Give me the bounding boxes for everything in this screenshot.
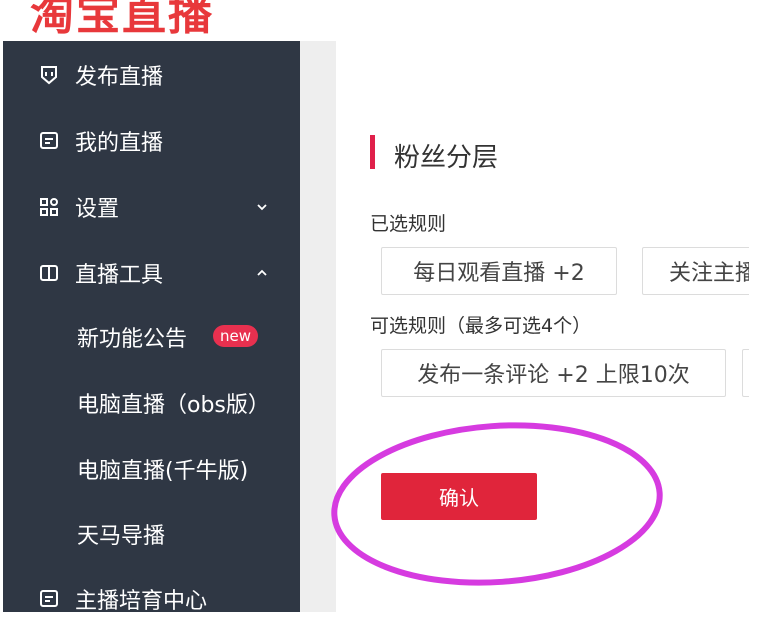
sidebar-item-label: 电脑直播（obs版）: [77, 393, 270, 418]
sidebar-item-label: 新功能公告: [77, 327, 188, 352]
sidebar-item-label: 直播工具: [75, 263, 164, 288]
right-edge: [749, 41, 759, 612]
sidebar-item-label: 主播培育中心: [75, 589, 208, 614]
sidebar-item-label: 天马导播: [77, 524, 166, 549]
sidebar-item-label: 设置: [75, 197, 120, 222]
grid-icon: [37, 195, 61, 219]
shield-icon: [37, 63, 61, 87]
document-icon: [37, 587, 61, 611]
sidebar-item-settings[interactable]: 设置: [3, 179, 300, 235]
selected-rules-label: 已选规则: [370, 213, 447, 235]
document-icon: [37, 129, 61, 153]
sidebar-subitem-tianma-director[interactable]: 天马导播: [3, 506, 300, 562]
available-rules-label: 可选规则（最多可选4个）: [370, 315, 592, 337]
confirm-button[interactable]: 确认: [381, 473, 537, 520]
available-rule-chip-partial[interactable]: [742, 349, 749, 397]
top-header: 淘宝直播: [0, 0, 759, 40]
sidebar-item-label: 我的直播: [75, 131, 164, 156]
sidebar-subitem-pc-live-qianniu[interactable]: 电脑直播(千牛版): [3, 441, 300, 497]
sidebar-item-anchor-training[interactable]: 主播培育中心: [3, 571, 300, 627]
sidebar-item-label: 发布直播: [75, 65, 164, 90]
sidebar-subitem-new-features[interactable]: 新功能公告 new: [3, 309, 300, 365]
selected-rule-chip[interactable]: 关注主播: [642, 247, 749, 295]
main-panel: 粉丝分层 已选规则 每日观看直播 +2 关注主播 可选规则（最多可选4个） 发布…: [336, 41, 749, 612]
chevron-up-icon: [255, 266, 269, 280]
available-rule-chip[interactable]: 发布一条评论 +2 上限10次: [381, 349, 726, 397]
sidebar-item-live-tools[interactable]: 直播工具: [3, 245, 300, 301]
page-title: 粉丝分层: [394, 143, 499, 173]
content-gutter: [300, 41, 336, 612]
selected-rule-chip[interactable]: 每日观看直播 +2: [381, 247, 617, 295]
title-accent-bar: [370, 135, 375, 169]
sidebar-item-publish-live[interactable]: 发布直播: [3, 47, 300, 103]
sidebar: 发布直播 我的直播 设置 直播工具 新功能公告 new 电脑直播（obs版） 电…: [3, 41, 300, 614]
sidebar-item-label: 电脑直播(千牛版): [77, 459, 249, 484]
new-badge: new: [213, 325, 259, 347]
taobao-live-logo[interactable]: 淘宝直播: [30, 0, 214, 40]
chevron-down-icon: [255, 200, 269, 214]
book-icon: [37, 261, 61, 285]
sidebar-subitem-pc-live-obs[interactable]: 电脑直播（obs版）: [3, 375, 300, 431]
sidebar-item-my-live[interactable]: 我的直播: [3, 113, 300, 169]
